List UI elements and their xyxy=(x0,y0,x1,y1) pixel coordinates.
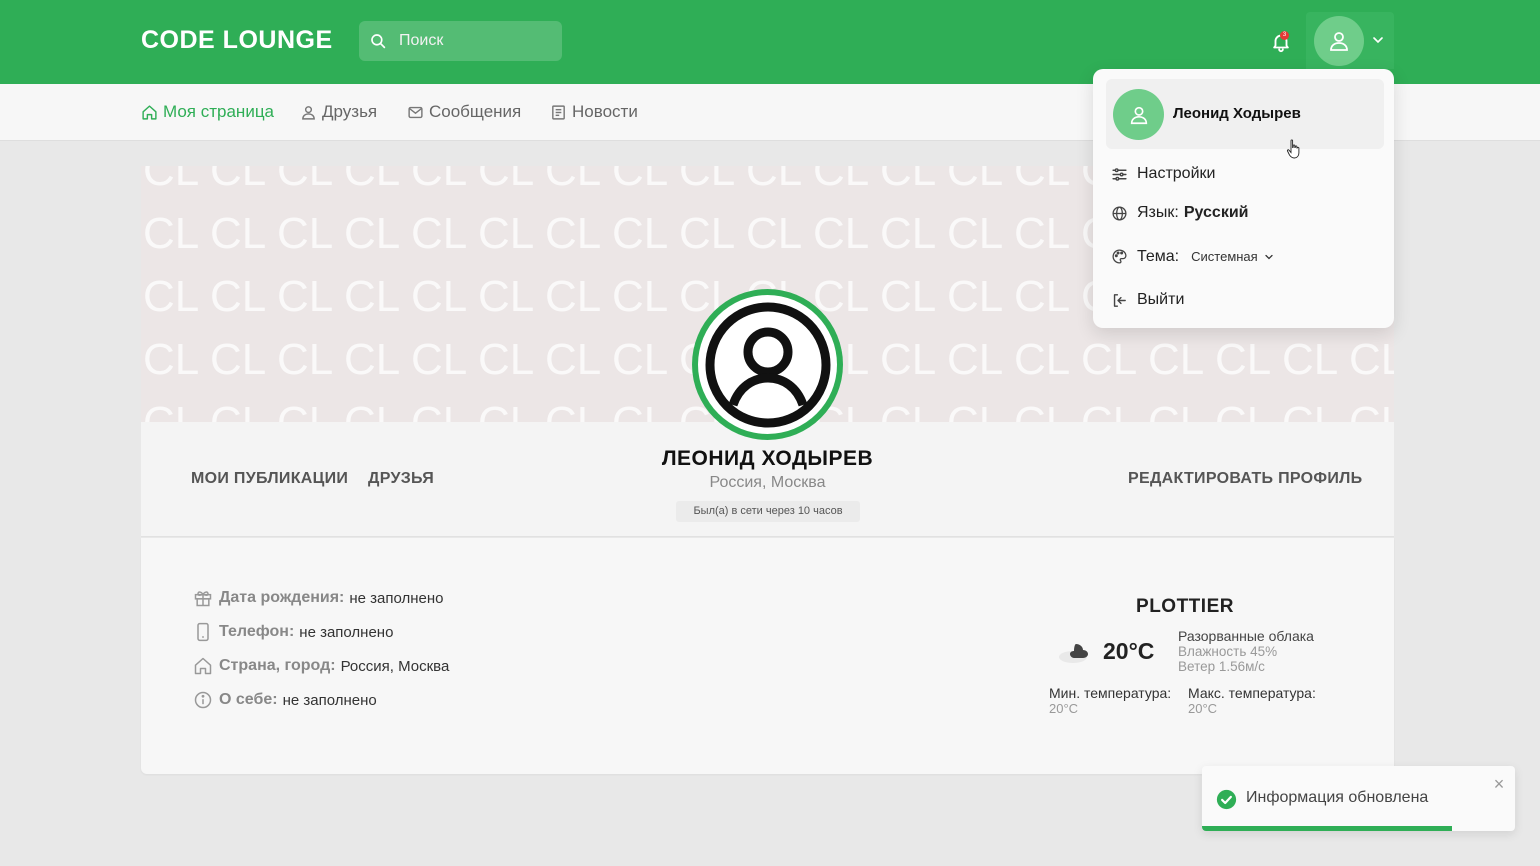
hand-cursor-icon xyxy=(1286,139,1300,159)
globe-icon xyxy=(1112,205,1127,221)
chevron-down-icon xyxy=(1373,37,1383,44)
tab-friends[interactable]: ДРУЗЬЯ xyxy=(368,470,434,488)
weather-max-label: Макс. температура: xyxy=(1188,685,1316,701)
dropdown-language[interactable]: Язык: Русский xyxy=(1111,204,1249,222)
sliders-icon xyxy=(1112,167,1127,181)
weather-city: PLOTTIER xyxy=(1136,596,1234,617)
dropdown-settings-label: Настройки xyxy=(1137,165,1216,182)
tab-my-publications[interactable]: МОИ ПУБЛИКАЦИИ xyxy=(191,470,348,488)
nav-friends[interactable]: Друзья xyxy=(300,102,377,122)
profile-location: Россия, Москва xyxy=(709,474,826,491)
profile-name: ЛЕОНИД ХОДЫРЕВ xyxy=(661,447,874,470)
home-icon xyxy=(194,657,212,675)
weather-min-value: 20°C xyxy=(1049,701,1079,716)
nav-label: Сообщения xyxy=(429,102,522,121)
nav-my-page[interactable]: Моя страница xyxy=(141,102,274,122)
weather-max: Макс. температура: 20°C xyxy=(1188,685,1316,717)
phone-icon xyxy=(197,622,209,642)
weather-temperature: 20°C xyxy=(1103,638,1155,664)
info-label: О себе: xyxy=(219,691,278,708)
search-icon xyxy=(371,34,386,49)
logo[interactable]: CODE LOUNGE xyxy=(141,26,333,55)
info-label: Страна, город: xyxy=(219,657,336,674)
palette-icon xyxy=(1112,249,1127,264)
info-about: О себе: не заполнено xyxy=(193,690,377,710)
toast-message: Информация обновлена xyxy=(1246,789,1429,806)
search-input[interactable] xyxy=(399,32,549,50)
weather-humidity: Влажность 45% xyxy=(1178,644,1278,659)
user-icon xyxy=(302,105,315,120)
dropdown-theme: Тема: Системная xyxy=(1111,246,1279,267)
theme-select[interactable]: Системная xyxy=(1187,246,1279,267)
weather-min: Мин. температура: 20°C xyxy=(1049,685,1172,717)
search-box[interactable] xyxy=(359,21,562,61)
logout-icon xyxy=(1113,293,1126,307)
last-seen-badge: Был(а) в сети через 10 часов xyxy=(676,501,860,522)
info-phone: Телефон: не заполнено xyxy=(193,622,393,642)
info-value: не заполнено xyxy=(299,623,394,641)
profile-avatar[interactable] xyxy=(692,289,843,440)
dropdown-profile-link[interactable]: Леонид Ходырев xyxy=(1106,79,1384,149)
dropdown-username: Леонид Ходырев xyxy=(1173,105,1301,122)
cloud-icon xyxy=(1059,644,1088,663)
info-value: не заполнено xyxy=(349,589,444,607)
weather-details: Разорванные облака Влажность 45% Ветер 1… xyxy=(1178,628,1314,675)
user-menu-button[interactable] xyxy=(1306,12,1394,69)
close-icon[interactable]: × xyxy=(1492,775,1506,793)
info-label: Телефон: xyxy=(219,623,295,640)
theme-select-value: Системная xyxy=(1191,249,1258,264)
user-icon xyxy=(1330,32,1348,51)
dropdown-theme-label: Тема: xyxy=(1137,247,1180,265)
edit-profile-button[interactable]: РЕДАКТИРОВАТЬ ПРОФИЛЬ xyxy=(1128,470,1362,488)
info-birthday: Дата рождения: не заполнено xyxy=(193,588,444,608)
user-dropdown-menu: Леонид Ходырев Настройки Язык: Русский Т… xyxy=(1093,69,1394,328)
news-icon xyxy=(552,104,565,120)
info-icon xyxy=(194,691,212,709)
user-icon xyxy=(1130,106,1147,124)
user-circle-icon xyxy=(705,302,830,427)
info-label: Дата рождения: xyxy=(219,589,345,606)
weather-wind: Ветер 1.56м/с xyxy=(1178,659,1265,674)
nav-messages[interactable]: Сообщения xyxy=(407,102,521,122)
weather-min-label: Мин. температура: xyxy=(1049,685,1172,701)
notification-badge: 3 xyxy=(1280,31,1289,40)
dropdown-logout-label: Выйти xyxy=(1137,291,1185,308)
nav-label: Новости xyxy=(572,102,638,121)
gift-icon xyxy=(194,591,212,607)
avatar xyxy=(1113,89,1164,140)
chevron-down-icon xyxy=(1265,254,1273,259)
nav-label: Моя страница xyxy=(163,102,275,121)
nav-label: Друзья xyxy=(322,102,378,121)
mail-icon xyxy=(408,106,423,118)
info-city: Страна, город: Россия, Москва xyxy=(193,656,449,676)
home-icon xyxy=(142,104,157,120)
check-circle-icon xyxy=(1216,789,1237,810)
avatar xyxy=(1314,16,1364,66)
toast-progress-bar xyxy=(1202,826,1453,831)
weather-description: Разорванные облака xyxy=(1178,628,1314,644)
nav-news[interactable]: Новости xyxy=(550,102,638,122)
dropdown-language-label: Язык: xyxy=(1137,204,1179,221)
dropdown-settings[interactable]: Настройки xyxy=(1111,165,1215,183)
toast-notification: Информация обновлена × xyxy=(1202,766,1515,831)
info-value: Россия, Москва xyxy=(340,657,450,675)
weather-max-value: 20°C xyxy=(1188,701,1218,716)
info-value: не заполнено xyxy=(282,691,377,709)
dropdown-language-value: Русский xyxy=(1183,204,1249,221)
dropdown-logout[interactable]: Выйти xyxy=(1111,291,1184,309)
